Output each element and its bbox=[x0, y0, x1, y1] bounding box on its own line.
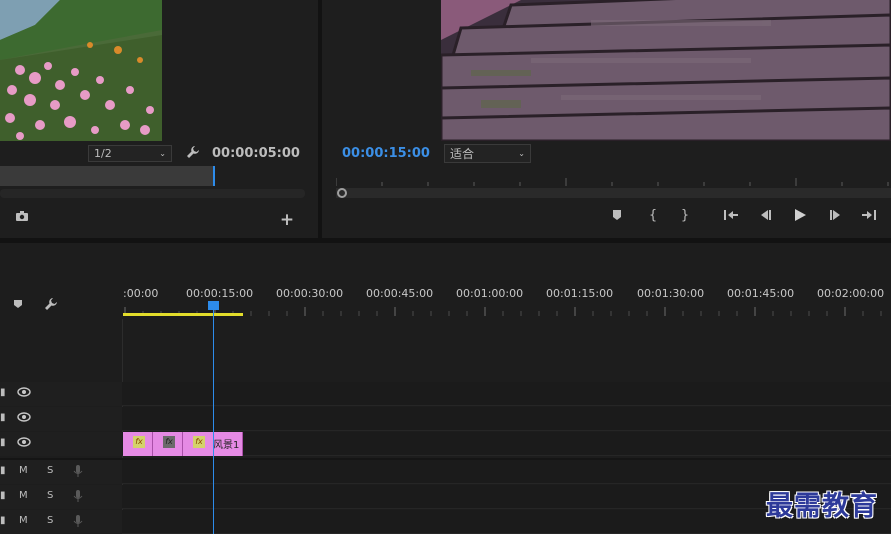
mark-in-icon[interactable]: { bbox=[645, 208, 661, 224]
track-lock-icon[interactable]: ▮ bbox=[0, 490, 6, 501]
source-monitor: 1/2 ⌄ 00:00:05:00 + bbox=[0, 0, 318, 238]
video-track-header: ▮ bbox=[0, 382, 122, 406]
clip-label: 风景1 bbox=[213, 440, 240, 451]
mic-icon[interactable] bbox=[73, 514, 83, 531]
track-lock-icon[interactable]: ▮ bbox=[0, 412, 6, 423]
track-lock-icon[interactable]: ▮ bbox=[0, 437, 6, 448]
ruler-label: 00:00:30:00 bbox=[276, 287, 344, 300]
resolution-value: 1/2 bbox=[94, 147, 112, 160]
step-forward-icon[interactable] bbox=[827, 209, 845, 225]
go-to-in-icon[interactable] bbox=[722, 209, 740, 225]
mic-icon[interactable] bbox=[73, 464, 83, 481]
fit-value: 适合 bbox=[450, 147, 475, 161]
mute-button[interactable]: M bbox=[19, 490, 28, 501]
timeline-clip[interactable]: fx bbox=[153, 432, 183, 456]
program-monitor: 00:00:15:00 适合 ⌄ { } bbox=[322, 0, 891, 238]
solo-button[interactable]: S bbox=[47, 515, 53, 526]
fx-icon: fx bbox=[133, 436, 145, 448]
program-preview-image bbox=[441, 0, 891, 141]
video-track-row[interactable] bbox=[122, 382, 891, 406]
video-track-header: ▮ bbox=[0, 432, 122, 456]
video-track-header: ▮ bbox=[0, 407, 122, 431]
program-zoom-handle[interactable] bbox=[337, 188, 347, 198]
resolution-dropdown[interactable]: 1/2 ⌄ bbox=[88, 145, 172, 162]
chevron-down-icon: ⌄ bbox=[518, 149, 525, 158]
ruler-label: 00:01:00:00 bbox=[456, 287, 524, 300]
timeline-clip[interactable]: fx bbox=[123, 432, 153, 456]
audio-track-header: ▮ M S bbox=[0, 510, 122, 534]
timeline-settings-wrench-icon[interactable] bbox=[43, 297, 59, 313]
source-playhead[interactable] bbox=[213, 166, 215, 186]
mute-button[interactable]: M bbox=[19, 465, 28, 476]
ruler-label: 00:02:00:00 bbox=[817, 287, 885, 300]
chevron-down-icon: ⌄ bbox=[159, 149, 166, 158]
source-preview-image bbox=[0, 0, 162, 141]
mute-button[interactable]: M bbox=[19, 515, 28, 526]
mic-icon[interactable] bbox=[73, 489, 83, 506]
fx-icon: fx bbox=[163, 436, 175, 448]
ruler-label: 00:00:45:00 bbox=[366, 287, 434, 300]
work-area-bar[interactable] bbox=[123, 313, 243, 316]
audio-track-header: ▮ M S bbox=[0, 485, 122, 509]
ruler-label: 00:00:15:00 bbox=[186, 287, 254, 300]
program-timecode: 00:00:15:00 bbox=[342, 146, 430, 161]
track-lock-icon[interactable]: ▮ bbox=[0, 515, 6, 526]
audio-track-row[interactable] bbox=[122, 460, 891, 484]
timeline-panel: :00:00 00:00:15:00 00:00:30:00 00:00:45:… bbox=[0, 243, 891, 534]
go-to-out-icon[interactable] bbox=[860, 209, 878, 225]
eye-icon[interactable] bbox=[17, 412, 31, 425]
track-lock-icon[interactable]: ▮ bbox=[0, 387, 6, 398]
source-zoom-scrollbar[interactable] bbox=[0, 189, 305, 198]
eye-icon[interactable] bbox=[17, 437, 31, 450]
program-scrub-bar[interactable] bbox=[336, 188, 891, 198]
play-icon[interactable] bbox=[791, 208, 809, 226]
watermark: 最需教育 bbox=[766, 491, 878, 522]
source-scrub-zone[interactable] bbox=[0, 166, 214, 186]
playhead-line[interactable] bbox=[213, 309, 214, 534]
marker-icon[interactable] bbox=[609, 209, 625, 225]
add-marker-icon[interactable] bbox=[11, 298, 25, 312]
ruler-label: 00:01:15:00 bbox=[546, 287, 614, 300]
mark-out-icon[interactable]: } bbox=[677, 208, 693, 224]
step-back-icon[interactable] bbox=[756, 209, 774, 225]
ruler-label: 00:01:45:00 bbox=[727, 287, 795, 300]
audio-track-header: ▮ M S bbox=[0, 460, 122, 484]
ruler-label: :00:00 bbox=[123, 287, 159, 300]
ruler-label: 00:01:30:00 bbox=[637, 287, 705, 300]
program-ruler[interactable] bbox=[335, 176, 891, 186]
source-timecode: 00:00:05:00 bbox=[212, 146, 300, 161]
plus-icon[interactable]: + bbox=[279, 210, 295, 230]
wrench-icon[interactable] bbox=[184, 145, 202, 162]
solo-button[interactable]: S bbox=[47, 465, 53, 476]
camera-icon[interactable] bbox=[14, 210, 30, 224]
fx-icon: fx bbox=[193, 436, 205, 448]
video-track-row[interactable] bbox=[122, 407, 891, 431]
eye-icon[interactable] bbox=[17, 387, 31, 400]
fit-dropdown[interactable]: 适合 ⌄ bbox=[444, 144, 531, 163]
track-lock-icon[interactable]: ▮ bbox=[0, 465, 6, 476]
empty-track-area bbox=[0, 319, 891, 381]
solo-button[interactable]: S bbox=[47, 490, 53, 501]
